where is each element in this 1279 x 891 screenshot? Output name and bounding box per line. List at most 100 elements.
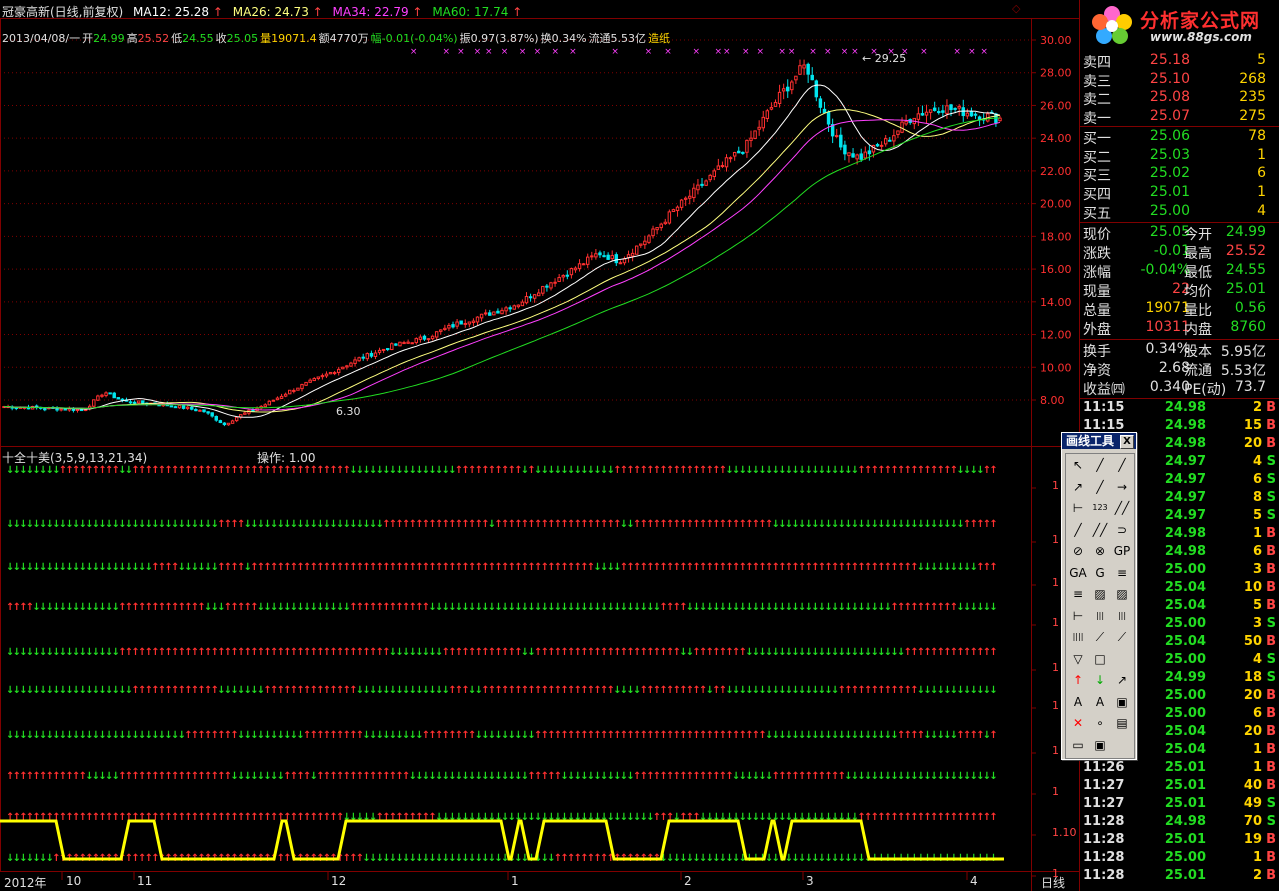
tool-button-5-icon[interactable]: → [1112, 478, 1132, 496]
candle[interactable] [426, 338, 431, 341]
candle[interactable] [998, 117, 1002, 122]
candle[interactable] [728, 157, 733, 160]
candle[interactable] [312, 378, 316, 382]
candle[interactable] [475, 316, 480, 323]
tool-button-34-icon[interactable]: A [1090, 693, 1110, 711]
candle[interactable] [879, 144, 884, 147]
tool-button-28-icon[interactable]: □ [1090, 650, 1110, 668]
candle[interactable] [834, 135, 839, 138]
candle[interactable] [112, 392, 116, 399]
candle[interactable] [618, 262, 623, 265]
candle[interactable] [79, 409, 84, 412]
tool-button-27-icon[interactable]: ▽ [1068, 650, 1088, 668]
tick-row[interactable]: 11:27 25.01 49 S [1080, 796, 1279, 814]
candle[interactable] [414, 338, 419, 344]
candle[interactable] [296, 387, 300, 391]
candle[interactable] [365, 353, 370, 360]
candle[interactable] [141, 400, 145, 404]
tool-button-26-icon[interactable]: ⟋ [1112, 628, 1132, 646]
candle[interactable] [683, 197, 688, 200]
candle[interactable] [614, 254, 619, 264]
candle[interactable] [692, 187, 696, 199]
candle[interactable] [585, 256, 590, 265]
tool-button-36-icon[interactable]: ✕ [1068, 714, 1088, 732]
candle[interactable] [100, 394, 104, 397]
candle[interactable] [336, 368, 341, 373]
tool-button-6-icon[interactable]: ⊢ [1068, 499, 1088, 517]
tool-button-41-icon[interactable] [1112, 736, 1132, 754]
tool-close-button[interactable]: X [1120, 435, 1134, 449]
candle[interactable] [806, 63, 810, 75]
candle[interactable] [977, 116, 982, 120]
candle[interactable] [243, 412, 247, 415]
candle[interactable] [447, 324, 451, 329]
chart-corner-icon[interactable]: ◇ [1012, 2, 1024, 15]
candle[interactable] [492, 311, 496, 316]
tool-button-40-icon[interactable]: ▣ [1090, 736, 1110, 754]
candle[interactable] [173, 406, 178, 409]
candle[interactable] [590, 255, 594, 258]
candle[interactable] [577, 263, 582, 270]
candle[interactable] [108, 392, 112, 395]
candle[interactable] [777, 91, 782, 104]
candle[interactable] [802, 64, 806, 69]
candle[interactable] [263, 404, 267, 408]
candle[interactable] [483, 312, 488, 315]
candle[interactable] [769, 106, 774, 110]
candle[interactable] [410, 342, 414, 345]
candle[interactable] [965, 112, 970, 117]
candle[interactable] [324, 373, 329, 377]
candle[interactable] [369, 352, 374, 357]
candle[interactable] [781, 88, 786, 92]
candle[interactable] [328, 371, 333, 375]
candle[interactable] [716, 165, 721, 170]
candle[interactable] [185, 406, 190, 409]
tick-row[interactable]: 11:28 24.98 70 S [1080, 814, 1279, 832]
candle[interactable] [516, 304, 521, 308]
tool-button-17-icon[interactable]: ≡ [1112, 564, 1132, 582]
candle[interactable] [353, 359, 357, 364]
candle[interactable] [524, 296, 529, 304]
tool-button-0-icon[interactable]: ↖ [1068, 456, 1088, 474]
tool-button-2-icon[interactable]: ╱ [1112, 456, 1132, 474]
candle[interactable] [136, 400, 141, 404]
candle[interactable] [357, 357, 361, 362]
tool-button-11-icon[interactable]: ⊃ [1112, 521, 1132, 539]
candle[interactable] [500, 309, 504, 315]
tool-button-7-icon[interactable]: 123 [1090, 499, 1110, 517]
tool-button-22-icon[interactable]: ||| [1090, 607, 1110, 625]
tool-button-31-icon[interactable]: ↓ [1090, 671, 1110, 689]
candle[interactable] [932, 107, 937, 111]
candle[interactable] [786, 86, 790, 92]
tick-row[interactable]: 11:26 25.01 1 B [1080, 760, 1279, 778]
candle[interactable] [671, 209, 676, 213]
candle[interactable] [434, 331, 439, 338]
candle[interactable] [230, 420, 235, 424]
tool-button-1-icon[interactable]: ╱ [1090, 456, 1110, 474]
candle[interactable] [708, 174, 712, 181]
candle[interactable] [843, 144, 847, 155]
tool-button-14-icon[interactable]: GP [1112, 542, 1132, 560]
period-label[interactable]: 日线 [1041, 874, 1065, 891]
candle[interactable] [753, 130, 757, 139]
candle[interactable] [43, 408, 47, 411]
candle[interactable] [394, 343, 398, 346]
candle[interactable] [128, 401, 133, 404]
candle[interactable] [712, 170, 716, 177]
candle[interactable] [688, 195, 692, 199]
candle[interactable] [581, 263, 586, 266]
candle[interactable] [916, 113, 921, 120]
tool-button-32-icon[interactable]: ↗ [1112, 671, 1132, 689]
candle[interactable] [643, 240, 647, 246]
candle[interactable] [969, 111, 974, 117]
candle[interactable] [892, 135, 896, 142]
candle[interactable] [390, 343, 394, 351]
tool-button-33-icon[interactable]: A [1068, 693, 1088, 711]
candle[interactable] [345, 365, 349, 368]
candle[interactable] [451, 324, 455, 328]
candle[interactable] [761, 116, 765, 129]
tick-row[interactable]: 11:28 25.01 19 B [1080, 832, 1279, 850]
candle[interactable] [398, 341, 402, 347]
candle[interactable] [883, 138, 888, 145]
kline-chart[interactable]: 30.0028.0026.0024.0022.0020.0018.0016.00… [0, 0, 1079, 891]
